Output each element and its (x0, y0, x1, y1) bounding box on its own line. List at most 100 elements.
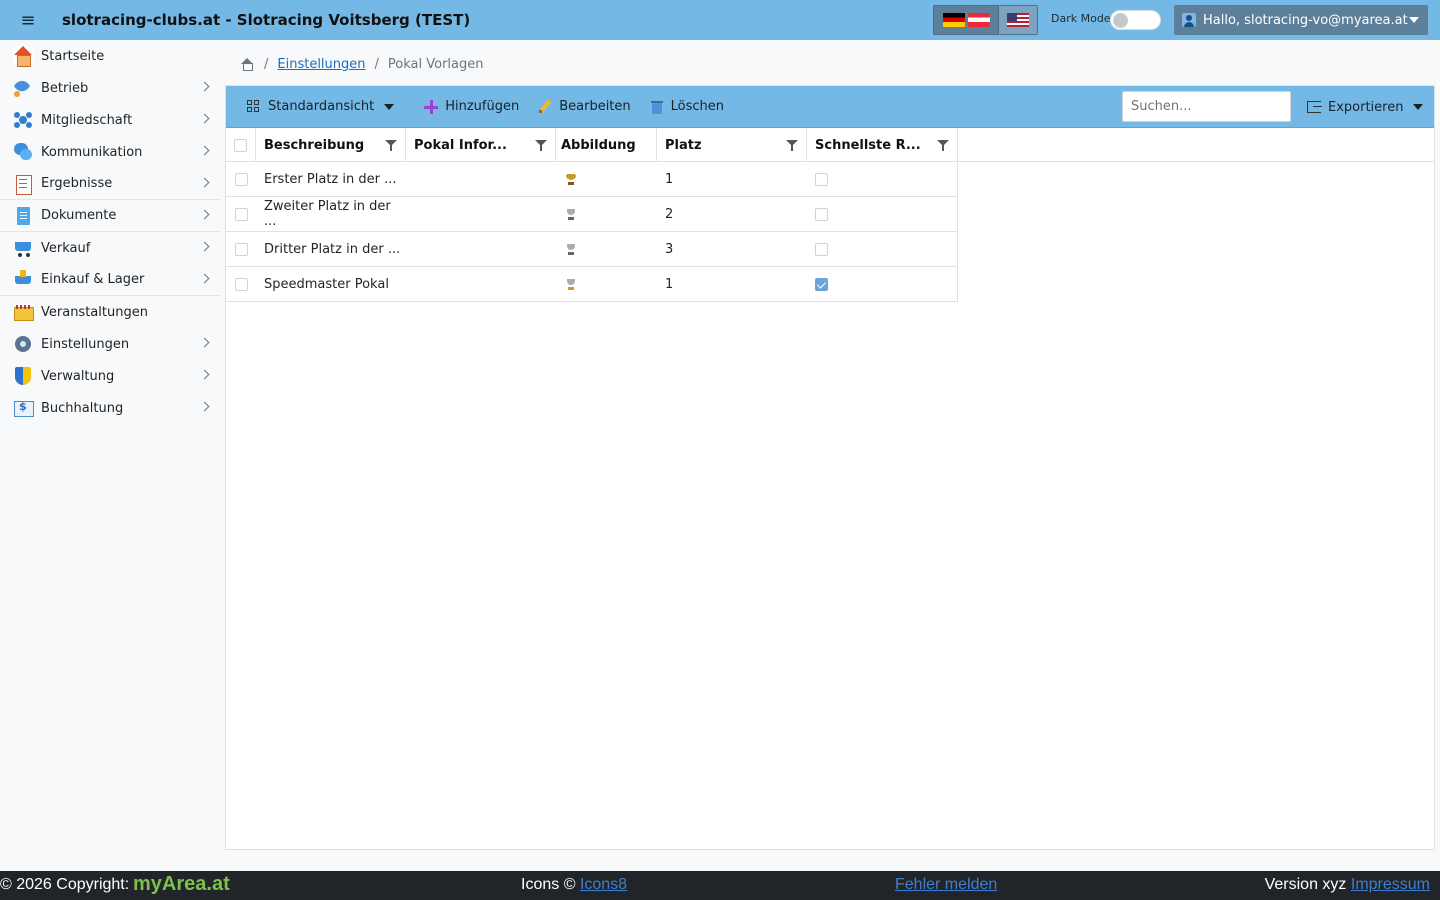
cell-schnellste-runde (807, 232, 958, 266)
cart-icon (13, 238, 33, 258)
filter-icon[interactable] (786, 140, 798, 151)
sidebar-item-betrieb[interactable]: Betrieb (0, 72, 220, 104)
dark-mode-toggle[interactable] (1110, 10, 1161, 30)
search-input[interactable] (1122, 91, 1291, 122)
cell-beschreibung: Speedmaster Pokal (264, 276, 389, 292)
column-header-beschreibung[interactable]: Beschreibung (256, 128, 406, 162)
sidebar-item-label: Veranstaltungen (41, 304, 148, 320)
sidebar-item-buchhaltung[interactable]: Buchhaltung (0, 392, 220, 424)
sidebar-item-label: Betrieb (41, 80, 89, 96)
chevron-right-icon (199, 401, 210, 412)
row-select-checkbox[interactable] (234, 277, 248, 291)
sidebar-item-mitgliedschaft[interactable]: Mitgliedschaft (0, 104, 220, 136)
column-header-platz[interactable]: Platz (657, 128, 807, 162)
fastest-lap-checkbox (815, 242, 828, 256)
user-menu-button[interactable]: Hallo, slotracing-vo@myarea.at (1174, 5, 1428, 35)
silver-trophy-icon (564, 207, 578, 221)
language-en-us-button[interactable] (998, 6, 1037, 34)
fastest-lap-checkbox (815, 172, 828, 186)
table-row[interactable]: Erster Platz in der ... 1 (226, 162, 958, 197)
column-header-label: Schnellste R... (815, 137, 921, 153)
sidebar-item-label: Verkauf (41, 240, 91, 256)
sidebar-item-label: Ergebnisse (41, 176, 113, 191)
filter-icon[interactable] (937, 140, 949, 151)
fastest-lap-checkbox (815, 277, 828, 291)
column-header-pokal-info[interactable]: Pokal Infor... (406, 128, 556, 162)
menu-toggle-icon[interactable]: ≡ (0, 0, 56, 40)
view-select-button[interactable]: Standardansicht (247, 86, 395, 128)
sidebar-item-verwaltung[interactable]: Verwaltung (0, 360, 220, 392)
sidebar-item-startseite[interactable]: Startseite (0, 40, 220, 72)
chevron-right-icon (199, 113, 210, 124)
list-icon (13, 174, 33, 195)
sidebar-item-dokumente[interactable]: Dokumente (0, 200, 220, 232)
silver-trophy-icon (564, 242, 578, 256)
user-greeting: Hallo, slotracing-vo@myarea.at (1203, 12, 1408, 28)
sidebar-item-kommunikation[interactable]: Kommunikation (0, 136, 220, 168)
sidebar-item-einkauf-lager[interactable]: Einkauf & Lager (0, 264, 220, 296)
breadcrumb-separator: / (264, 56, 269, 72)
version-info: Version xyz Impressum (1265, 876, 1430, 894)
sidebar-item-verkauf[interactable]: Verkauf (0, 232, 220, 264)
language-de-at-button[interactable] (934, 6, 998, 34)
cell-pokal-info (406, 267, 556, 301)
column-header-label: Beschreibung (264, 137, 365, 153)
delete-button[interactable]: Löschen (650, 86, 724, 128)
sidebar-item-einstellungen[interactable]: Einstellungen (0, 328, 220, 360)
table-row[interactable]: Speedmaster Pokal 1 (226, 267, 958, 302)
top-header: ≡ slotracing-clubs.at - Slotracing Voits… (0, 0, 1440, 40)
select-all-checkbox[interactable] (234, 138, 247, 152)
sidebar-item-ergebnisse[interactable]: Ergebnisse (0, 168, 220, 200)
calendar-icon (13, 302, 34, 322)
icons8-link[interactable]: Icons8 (580, 876, 627, 893)
column-header-abbildung[interactable]: Abbildung (556, 128, 657, 162)
add-button[interactable]: Hinzufügen (424, 86, 519, 128)
data-grid-panel: Standardansicht Hinzufügen Bearbeiten Lö… (225, 85, 1435, 850)
impressum-link[interactable]: Impressum (1351, 876, 1430, 893)
report-bug-link[interactable]: Fehler melden (895, 876, 997, 894)
pencil-icon (538, 100, 552, 114)
row-select-checkbox[interactable] (234, 242, 248, 256)
bill-icon (13, 398, 34, 418)
export-button[interactable]: Exportieren (1307, 86, 1424, 128)
chevron-right-icon (199, 177, 210, 188)
export-icon (1307, 101, 1322, 113)
grid-toolbar: Standardansicht Hinzufügen Bearbeiten Lö… (226, 86, 1434, 128)
table-row[interactable]: Dritter Platz in der ... 3 (226, 232, 958, 267)
sidebar-item-label: Verwaltung (41, 368, 115, 384)
cell-pokal-info (406, 232, 556, 266)
select-all-cell (226, 128, 256, 162)
row-select-checkbox[interactable] (234, 207, 248, 221)
chevron-right-icon (199, 209, 210, 220)
column-header-label: Pokal Infor... (414, 137, 507, 153)
chevron-right-icon (199, 369, 210, 380)
home-icon (13, 46, 33, 67)
export-button-label: Exportieren (1328, 99, 1404, 115)
sidebar-item-veranstaltungen[interactable]: Veranstaltungen (0, 296, 220, 328)
grid-header-row: Beschreibung Pokal Infor... Abbildung Pl… (226, 128, 1434, 162)
cell-platz: 2 (665, 206, 674, 222)
table-row[interactable]: Zweiter Platz in der ... 2 (226, 197, 958, 232)
home-icon[interactable] (240, 57, 254, 71)
edit-button[interactable]: Bearbeiten (538, 86, 631, 128)
sidebar-item-label: Einkauf & Lager (41, 272, 145, 287)
cell-beschreibung: Zweiter Platz in der ... (264, 199, 391, 229)
chevron-down-icon (384, 103, 395, 110)
delete-button-label: Löschen (670, 99, 725, 114)
shield-icon (13, 366, 33, 386)
breadcrumb-link-einstellungen[interactable]: Einstellungen (277, 57, 365, 72)
breadcrumb-separator: / (374, 56, 379, 72)
footer: © 2026 Copyright: myArea.at Icons © Icon… (0, 871, 1440, 900)
cell-abbildung (556, 232, 657, 266)
sidebar: Startseite Betrieb Mitgliedschaft Kommun… (0, 40, 220, 871)
flag-usa-icon (1007, 13, 1029, 27)
sidebar-item-label: Buchhaltung (41, 400, 124, 416)
row-select-checkbox[interactable] (234, 172, 248, 186)
sidebar-item-label: Startseite (41, 48, 105, 64)
chevron-right-icon (199, 241, 210, 252)
gear-icon (13, 334, 33, 354)
cell-schnellste-runde (807, 267, 958, 301)
filter-icon[interactable] (385, 140, 397, 151)
filter-icon[interactable] (535, 140, 547, 151)
column-header-schnellste-runde[interactable]: Schnellste R... (807, 128, 958, 162)
